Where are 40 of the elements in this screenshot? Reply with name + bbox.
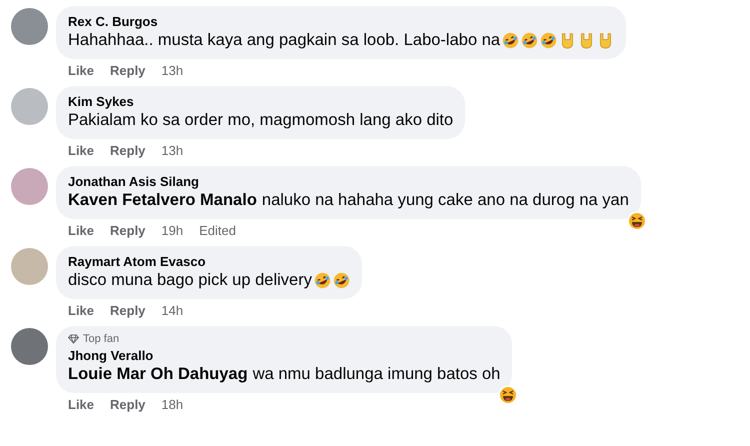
like-link[interactable]: Like [68, 303, 94, 319]
laughing-emoji-icon [502, 32, 520, 49]
laughing-reaction-icon[interactable] [626, 211, 647, 231]
avatar[interactable] [11, 8, 48, 45]
reply-link[interactable]: Reply [110, 63, 146, 79]
top-fan-label: Top fan [83, 333, 120, 345]
like-link[interactable]: Like [68, 143, 94, 159]
reply-link[interactable]: Reply [110, 397, 146, 413]
timestamp[interactable]: 14h [161, 303, 184, 319]
comment-text: disco muna bago pick up delivery [68, 270, 312, 291]
comment-text: Hahahhaa.. musta kaya ang pagkain sa loob. Labo-labo na [68, 30, 500, 51]
diamond-icon [68, 334, 79, 344]
comment-text: Pakialam ko sa order mo, magmomosh lang ako dito [68, 110, 454, 131]
author-name[interactable]: Raymart Atom Evasco [68, 253, 350, 270]
like-link[interactable]: Like [68, 223, 94, 239]
laughing-emoji-icon [314, 272, 331, 289]
like-link[interactable]: Like [68, 63, 94, 79]
author-name[interactable]: Jhong Verallo [68, 347, 500, 364]
reply-link[interactable]: Reply [110, 303, 146, 319]
laughing-emoji-icon [332, 272, 350, 289]
timestamp[interactable]: 13h [161, 143, 184, 159]
timestamp[interactable]: 19h [161, 223, 184, 239]
avatar[interactable] [11, 328, 48, 365]
comment-text: wa nmu badlunga imung batos oh [252, 364, 500, 385]
timestamp[interactable]: 13h [161, 63, 184, 79]
reply-link[interactable]: Reply [110, 223, 146, 239]
avatar[interactable] [11, 168, 48, 205]
author-name[interactable]: Jonathan Asis Silang [68, 173, 629, 190]
laughing-reaction-icon[interactable] [498, 385, 518, 405]
timestamp[interactable]: 18h [161, 397, 184, 413]
laughing-emoji-icon [540, 32, 558, 49]
mention-link[interactable]: Kaven Fetalvero Manalo [68, 190, 257, 211]
author-name[interactable]: Rex C. Burgos [68, 13, 614, 30]
reply-link[interactable]: Reply [110, 143, 146, 159]
edited-label: Edited [199, 223, 236, 239]
like-link[interactable]: Like [68, 397, 94, 413]
comment-text: naluko na hahaha yung cake ano na durog na yan [262, 190, 629, 211]
author-name[interactable]: Kim Sykes [68, 93, 454, 110]
laughing-emoji-icon [521, 32, 538, 49]
mention-link[interactable]: Louie Mar Oh Dahuyag [68, 364, 248, 385]
